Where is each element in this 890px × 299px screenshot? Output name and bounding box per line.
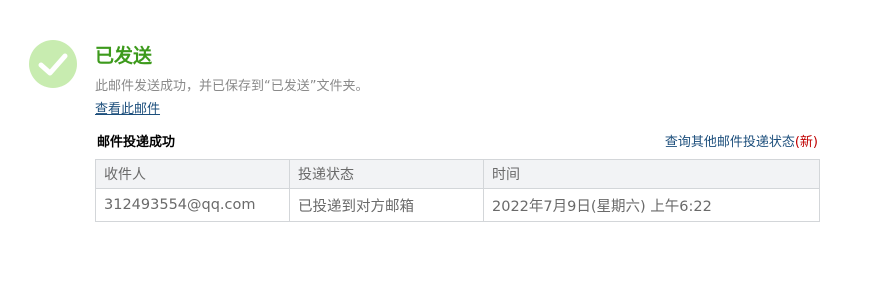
delivery-time-cell: 2022年7月9日(星期六) 上午6:22 bbox=[483, 188, 820, 222]
view-mail-link[interactable]: 查看此邮件 bbox=[95, 101, 160, 119]
query-delivery-status-link[interactable]: 查询其他邮件投递状态(新) bbox=[665, 134, 818, 152]
send-description: 此邮件发送成功，并已保存到“已发送”文件夹。 bbox=[95, 79, 369, 94]
table-row: 312493554@qq.com 已投递到对方邮箱 2022年7月9日(星期六)… bbox=[95, 188, 820, 222]
table-header-row: 收件人 投递状态 时间 bbox=[95, 159, 820, 189]
delivery-status-cell: 已投递到对方邮箱 bbox=[289, 188, 484, 222]
check-circle-icon bbox=[29, 40, 77, 88]
delivery-status-table: 收件人 投递状态 时间 312493554@qq.com 已投递到对方邮箱 20… bbox=[95, 159, 820, 222]
recipient-cell: 312493554@qq.com bbox=[95, 188, 290, 222]
column-header-time: 时间 bbox=[483, 159, 820, 189]
delivery-heading: 邮件投递成功 bbox=[97, 135, 176, 150]
page-title: 已发送 bbox=[95, 45, 153, 67]
query-delivery-status-label: 查询其他邮件投递状态 bbox=[664, 135, 795, 150]
column-header-recipient: 收件人 bbox=[95, 159, 290, 189]
column-header-status: 投递状态 bbox=[289, 159, 484, 189]
new-badge: (新) bbox=[794, 135, 818, 150]
send-result-page: 已发送 此邮件发送成功，并已保存到“已发送”文件夹。 查看此邮件 邮件投递成功 … bbox=[0, 0, 890, 299]
